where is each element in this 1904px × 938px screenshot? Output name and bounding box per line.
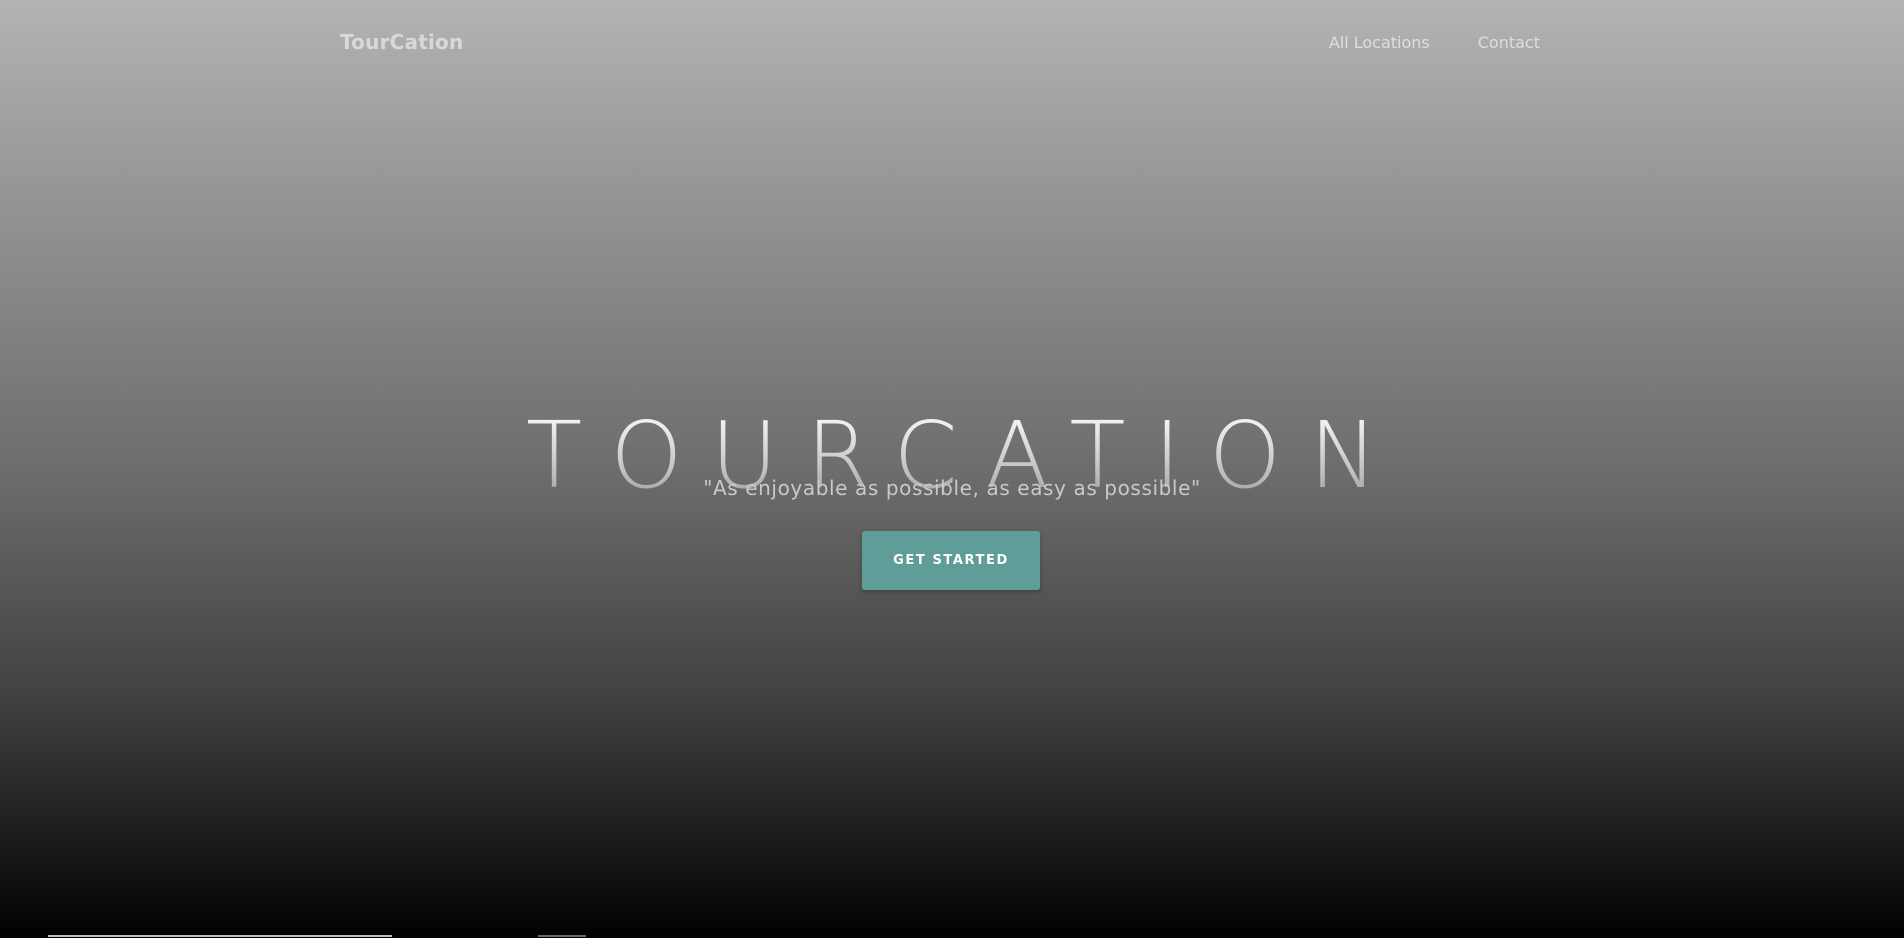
bottom-divider-left xyxy=(48,935,392,937)
hero-tagline: "As enjoyable as possible, as easy as po… xyxy=(703,476,1201,500)
bottom-divider-mid xyxy=(538,935,586,937)
hero-section: TOURCATION "As enjoyable as possible, as… xyxy=(0,0,1904,938)
get-started-button[interactable]: GET STARTED xyxy=(862,531,1040,590)
